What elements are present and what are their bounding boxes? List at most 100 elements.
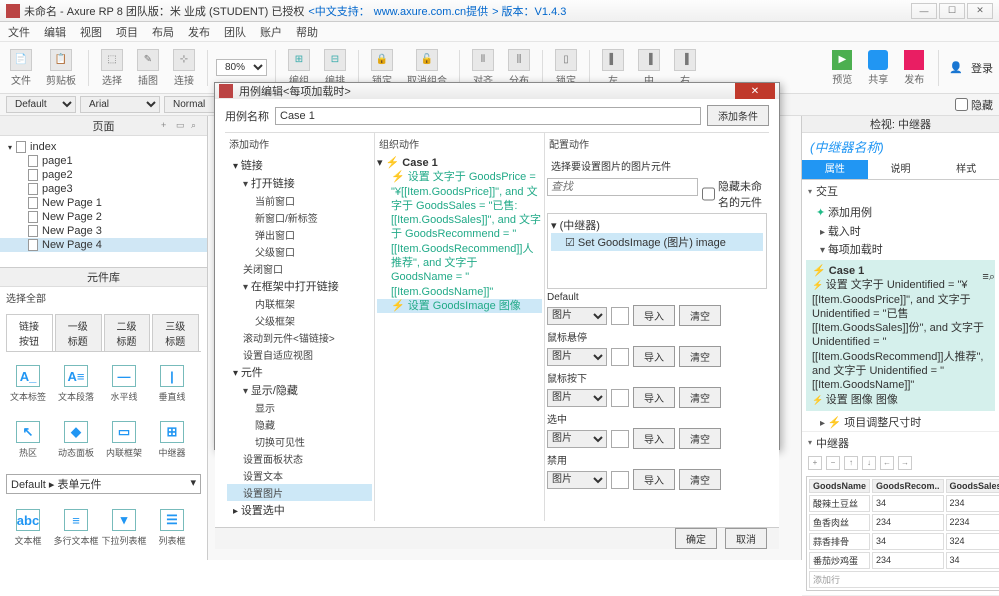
action-inline-frame[interactable]: 内联框架: [227, 295, 372, 312]
file-icon[interactable]: 📄: [10, 49, 32, 71]
login-link[interactable]: 登录: [971, 60, 993, 76]
event-itemload[interactable]: ▾ 每项加载时: [802, 240, 999, 258]
image-type-select[interactable]: 图片: [547, 307, 607, 325]
action-hide[interactable]: 隐藏: [227, 416, 372, 433]
page-item[interactable]: New Page 2: [0, 210, 207, 224]
case-name-input[interactable]: [275, 107, 701, 125]
action-close-window[interactable]: 关闭窗口: [227, 260, 372, 277]
menu-help[interactable]: 帮助: [296, 24, 318, 40]
action-popup[interactable]: 弹出窗口: [227, 226, 372, 243]
zoom-select[interactable]: 80%: [216, 59, 267, 76]
image-type-select[interactable]: 图片: [547, 430, 607, 448]
rep-down-icon[interactable]: ↓: [862, 456, 876, 470]
menu-project[interactable]: 项目: [116, 24, 138, 40]
search-icon[interactable]: ⌕: [191, 120, 203, 132]
menu-account[interactable]: 账户: [260, 24, 282, 40]
add-condition-button[interactable]: 添加条件: [707, 105, 769, 126]
cancel-button[interactable]: 取消: [725, 528, 767, 549]
lib-widget[interactable]: |垂直线: [148, 356, 196, 412]
default-library-combo[interactable]: Default ▸ 表单元件▾: [6, 474, 201, 494]
lib-widget[interactable]: abc文本框: [4, 500, 52, 556]
menu-edit[interactable]: 编辑: [44, 24, 66, 40]
align-left-icon[interactable]: ▌: [602, 49, 624, 71]
ok-button[interactable]: 确定: [675, 528, 717, 549]
lib-widget[interactable]: —水平线: [100, 356, 148, 412]
image-type-select[interactable]: 图片: [547, 471, 607, 489]
tab-notes[interactable]: 说明: [868, 160, 934, 179]
page-item[interactable]: page1: [0, 154, 207, 168]
import-button[interactable]: 导入: [633, 428, 675, 449]
page-folder-icon[interactable]: ▭: [176, 120, 188, 132]
lib-tab-3[interactable]: 二级标题: [104, 314, 151, 351]
rep-add-icon[interactable]: +: [808, 456, 822, 470]
action-set-text[interactable]: 设置文本: [227, 467, 372, 484]
clear-button[interactable]: 清空: [679, 428, 721, 449]
import-button[interactable]: 导入: [633, 387, 675, 408]
lib-widget[interactable]: ≡多行文本框: [52, 500, 100, 556]
lib-widget[interactable]: A_文本标签: [4, 356, 52, 412]
menu-layout[interactable]: 布局: [152, 24, 174, 40]
hide-checkbox[interactable]: 隐藏: [955, 96, 993, 113]
connect-icon[interactable]: ⊹: [173, 49, 195, 71]
select-icon[interactable]: ⬚: [101, 49, 123, 71]
action-current-window[interactable]: 当前窗口: [227, 192, 372, 209]
align-right-icon[interactable]: ▐: [674, 49, 696, 71]
align-icon[interactable]: ⫴: [472, 49, 494, 71]
clear-button[interactable]: 清空: [679, 469, 721, 490]
publish-icon[interactable]: [904, 50, 924, 70]
page-item[interactable]: ▾ index: [0, 140, 207, 154]
case-block[interactable]: ⚡ Case 1 ⚡ 设置 文字于 Unidentified = "¥[[Ite…: [806, 260, 995, 411]
group-icon[interactable]: ⊞: [288, 49, 310, 71]
page-item[interactable]: page2: [0, 168, 207, 182]
action-toggle[interactable]: 切换可见性: [227, 433, 372, 450]
menu-publish[interactable]: 发布: [188, 24, 210, 40]
lib-widget[interactable]: ◆动态面板: [52, 412, 100, 468]
import-button[interactable]: 导入: [633, 469, 675, 490]
lib-widget[interactable]: ↖热区: [4, 412, 52, 468]
action-parent-frame[interactable]: 父级框架: [227, 312, 372, 329]
dialog-close-button[interactable]: ✕: [735, 83, 775, 99]
tab-style[interactable]: 样式: [933, 160, 999, 179]
selected-action-row[interactable]: ⚡设置 GoodsImage 图像: [377, 299, 542, 313]
lib-search-icon[interactable]: ⌕: [989, 271, 995, 283]
widget-tree[interactable]: ▾ (中继器) ☑ Set GoodsImage (图片) image: [547, 213, 767, 289]
maximize-button[interactable]: ☐: [939, 3, 965, 19]
image-type-select[interactable]: 图片: [547, 389, 607, 407]
rep-left-icon[interactable]: ←: [880, 456, 894, 470]
action-set-image[interactable]: 设置图片: [227, 484, 372, 501]
lib-widget[interactable]: A≡文本段落: [52, 356, 100, 412]
minimize-button[interactable]: —: [911, 3, 937, 19]
preview-icon[interactable]: ▶: [832, 50, 852, 70]
rep-up-icon[interactable]: ↑: [844, 456, 858, 470]
add-page-icon[interactable]: +: [161, 120, 173, 132]
widget-name[interactable]: (中继器名称): [802, 133, 999, 160]
event-resize[interactable]: ▸ ⚡ 项目调整尺寸时: [802, 413, 999, 431]
lib-widget[interactable]: ▾下拉列表框: [100, 500, 148, 556]
menu-file[interactable]: 文件: [8, 24, 30, 40]
support-link[interactable]: www.axure.com.cn提供: [374, 3, 488, 19]
rep-del-icon[interactable]: −: [826, 456, 840, 470]
action-adaptive[interactable]: 设置自适应视图: [227, 346, 372, 363]
align-center-icon[interactable]: ▐: [638, 49, 660, 71]
clipboard-icon[interactable]: 📋: [50, 49, 72, 71]
add-case-link[interactable]: ✦ 添加用例: [802, 202, 999, 222]
hide-unnamed-checkbox[interactable]: 隐藏未命名的元件: [702, 178, 767, 210]
action-new-window[interactable]: 新窗口/新标签: [227, 209, 372, 226]
style-select[interactable]: Default: [6, 96, 76, 113]
widget-search-input[interactable]: [547, 178, 698, 196]
share-icon[interactable]: [868, 50, 888, 70]
lib-widget[interactable]: ☰列表框: [148, 500, 196, 556]
import-button[interactable]: 导入: [633, 346, 675, 367]
menu-view[interactable]: 视图: [80, 24, 102, 40]
page-item[interactable]: page3: [0, 182, 207, 196]
page-item[interactable]: New Page 1: [0, 196, 207, 210]
font-select[interactable]: Arial: [80, 96, 160, 113]
clear-button[interactable]: 清空: [679, 346, 721, 367]
image-type-select[interactable]: 图片: [547, 348, 607, 366]
action-set-panel[interactable]: 设置面板状态: [227, 450, 372, 467]
page-item[interactable]: New Page 4: [0, 238, 207, 252]
page-item[interactable]: New Page 3: [0, 224, 207, 238]
lib-widget[interactable]: ⊞中继器: [148, 412, 196, 468]
ungroup-icon[interactable]: ⊟: [324, 49, 346, 71]
action-show[interactable]: 显示: [227, 399, 372, 416]
